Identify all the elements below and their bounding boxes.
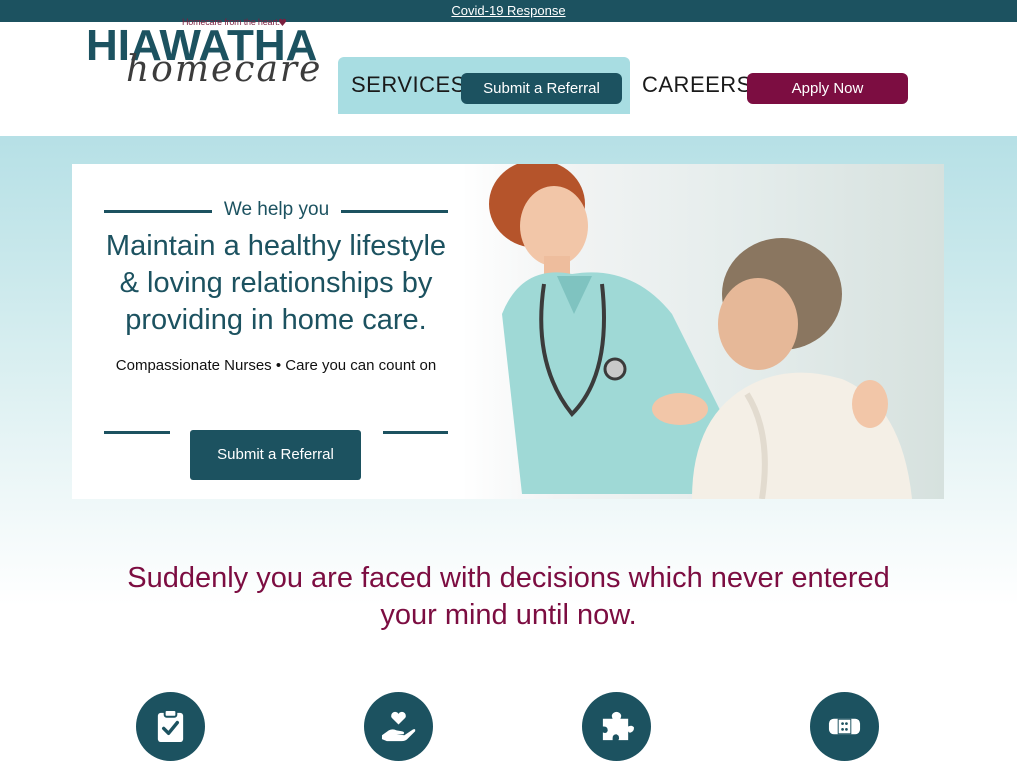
hero-title: Maintain a healthy lifestyle & loving re… (105, 230, 447, 336)
feature-2[interactable] (364, 692, 433, 761)
clipboard-check-icon (157, 709, 184, 743)
hero-subtitle: Compassionate Nurses • Care you can coun… (115, 357, 437, 374)
cta-line-left (104, 431, 170, 434)
hero-submit-referral-button[interactable]: Submit a Referral (190, 430, 361, 480)
apply-now-button[interactable]: Apply Now (747, 73, 908, 104)
feature-3[interactable] (582, 692, 651, 761)
cta-line-right (383, 431, 448, 434)
covid-response-link[interactable]: Covid-19 Response (451, 3, 565, 18)
kicker-line-left (104, 210, 212, 213)
puzzle-piece-icon (602, 711, 634, 741)
hero-photo (462, 164, 944, 499)
nurse-with-patient-illustration (489, 164, 912, 499)
feature-1[interactable] (136, 692, 205, 761)
section-headline: Suddenly you are faced with decisions wh… (127, 562, 890, 631)
nav-services[interactable]: SERVICES (351, 72, 466, 98)
logo-script: homecare (126, 49, 323, 90)
feature-4[interactable] (810, 692, 879, 761)
kicker-line-right (341, 210, 448, 213)
nav-careers[interactable]: CAREERS (642, 72, 752, 98)
hero-kicker: We help you (223, 199, 330, 220)
bandage-icon (828, 718, 861, 735)
hand-heart-icon (381, 711, 416, 742)
nav-submit-referral-button[interactable]: Submit a Referral (461, 73, 622, 104)
site-logo[interactable]: Homecare from the heart. ♥ HIAWATHA home… (86, 14, 326, 94)
